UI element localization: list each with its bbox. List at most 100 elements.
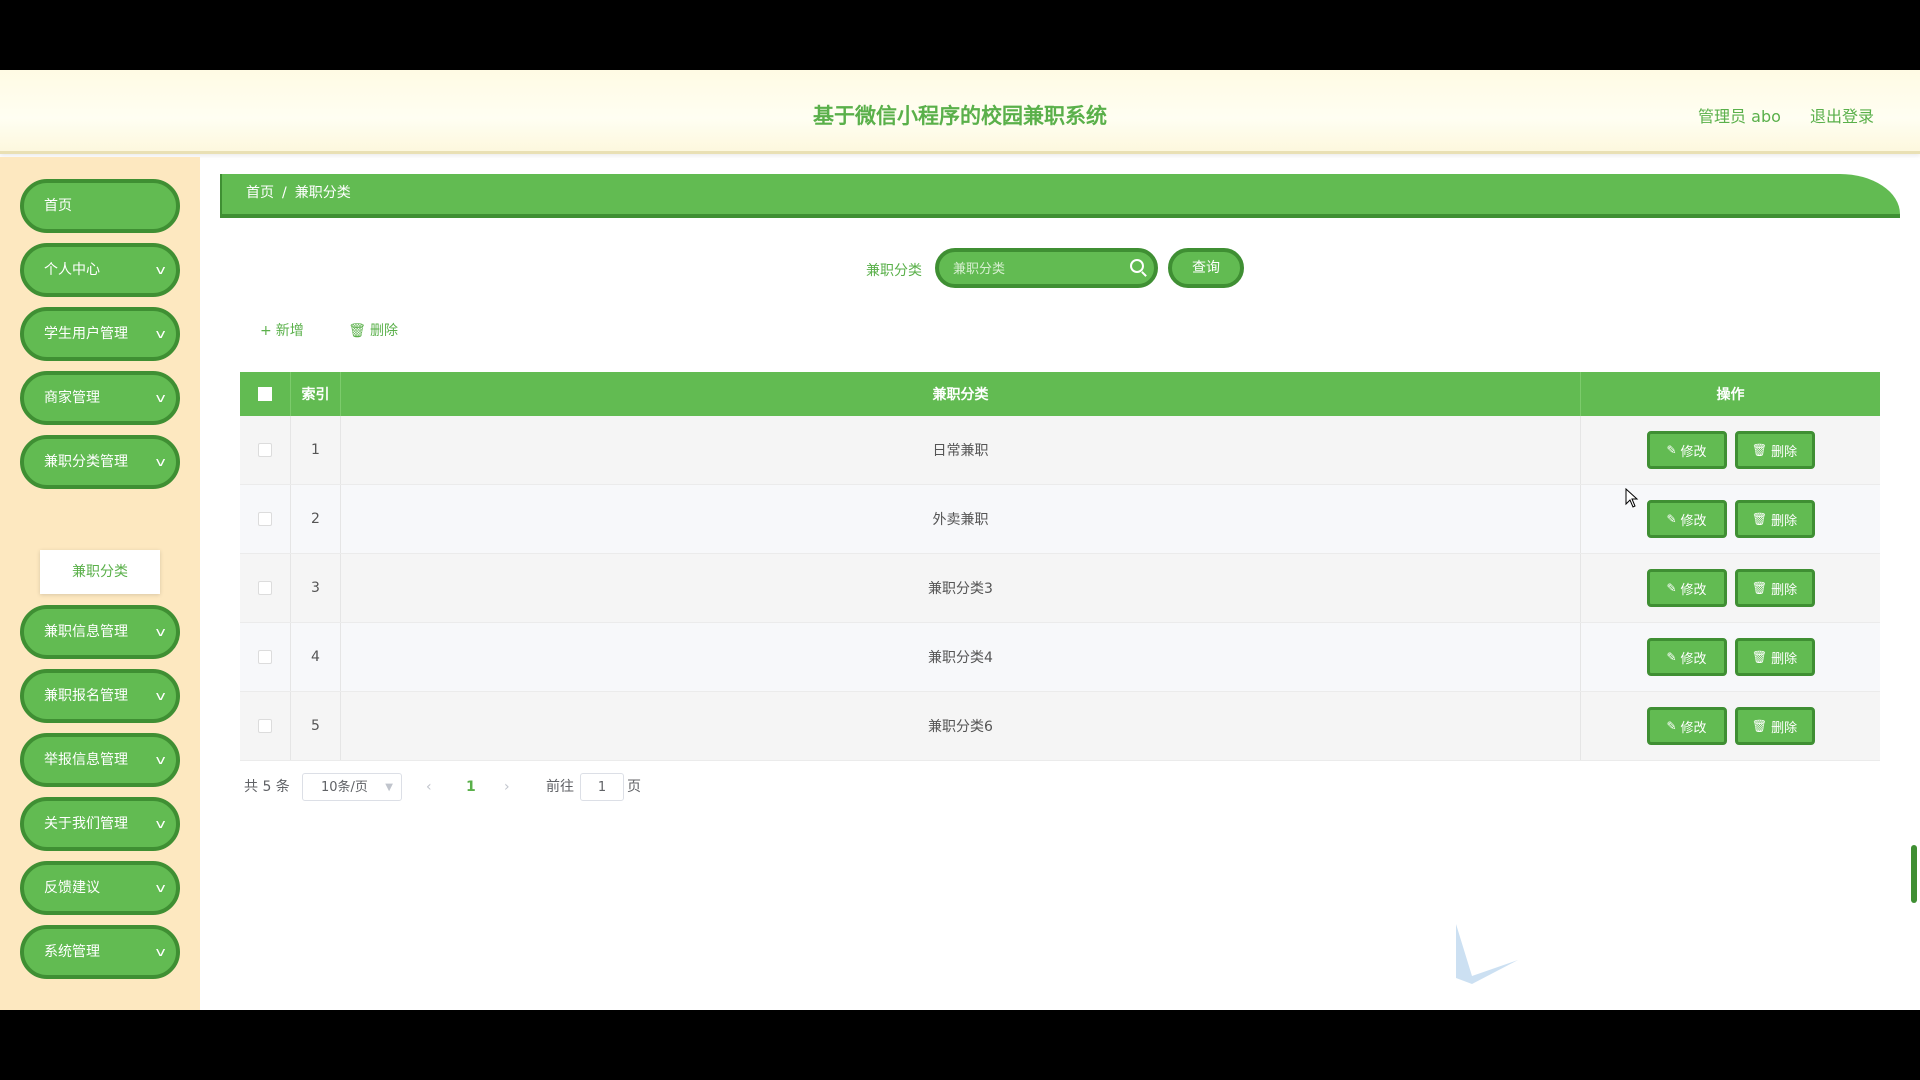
scrollbar-thumb[interactable]	[1911, 845, 1917, 903]
prev-page-button[interactable]: ‹	[426, 773, 432, 801]
row-category-name: 日常兼职	[340, 416, 1580, 484]
page-size-value: 10条/页	[321, 780, 368, 795]
search-box[interactable]	[935, 248, 1158, 288]
sidebar-item-job-info[interactable]: 兼职信息管理 v	[20, 605, 180, 659]
batch-delete-button[interactable]: 🗑 删除	[348, 320, 398, 340]
select-all-checkbox[interactable]	[258, 387, 272, 401]
user-area: 管理员 abo 退出登录	[1674, 103, 1874, 127]
chevron-down-icon: v	[155, 753, 166, 767]
sidebar-item-system[interactable]: 系统管理 v	[20, 925, 180, 979]
row-checkbox-cell	[240, 416, 290, 484]
edit-button[interactable]: ✎ 修改	[1646, 500, 1727, 538]
page-number-current[interactable]: 1	[466, 773, 476, 801]
row-index: 3	[290, 554, 340, 622]
trash-icon: 🗑	[1751, 512, 1768, 526]
sidebar-item-job-category[interactable]: 兼职分类管理 v	[20, 435, 180, 489]
add-button[interactable]: + 新增	[260, 320, 304, 340]
user-name-link[interactable]: 管理员 abo	[1698, 107, 1781, 126]
row-checkbox[interactable]	[258, 719, 272, 733]
chevron-right-icon: ›	[504, 779, 510, 795]
pencil-icon: ✎	[1666, 443, 1677, 457]
breadcrumb-home[interactable]: 首页	[246, 185, 274, 201]
search-input[interactable]	[953, 258, 1123, 280]
row-actions: ✎ 修改 🗑 删除	[1580, 623, 1880, 691]
chevron-down-icon: ▼	[385, 782, 393, 793]
search-label: 兼职分类	[866, 263, 922, 279]
sidebar-item-label: 举报信息管理	[44, 752, 128, 768]
row-checkbox[interactable]	[258, 512, 272, 526]
chevron-left-icon: ‹	[426, 779, 432, 795]
sidebar-item-label: 兼职信息管理	[44, 624, 128, 640]
mouse-cursor-icon	[1625, 488, 1639, 508]
action-bar: + 新增 🗑 删除	[260, 320, 438, 340]
chevron-down-icon: v	[155, 625, 166, 639]
edit-button[interactable]: ✎ 修改	[1646, 638, 1727, 676]
edit-label: 修改	[1680, 444, 1707, 460]
trash-icon: 🗑	[1751, 581, 1768, 595]
plus-icon: +	[260, 323, 272, 339]
trash-icon: 🗑	[1751, 443, 1768, 457]
sidebar-item-label: 反馈建议	[44, 880, 100, 896]
app-title: 基于微信小程序的校园兼职系统	[813, 104, 1107, 128]
sidebar-item-merchants[interactable]: 商家管理 v	[20, 371, 180, 425]
sidebar-item-label: 兼职报名管理	[44, 688, 128, 704]
column-header-category: 兼职分类	[340, 372, 1580, 416]
sidebar-item-job-signup[interactable]: 兼职报名管理 v	[20, 669, 180, 723]
pencil-icon: ✎	[1666, 719, 1677, 733]
delete-label: 删除	[1771, 513, 1798, 529]
table-row: 4 兼职分类4 ✎ 修改 🗑 删除	[240, 623, 1880, 692]
query-button[interactable]: 查询	[1168, 248, 1244, 288]
row-index: 1	[290, 416, 340, 484]
row-category-name: 外卖兼职	[340, 485, 1580, 553]
delete-button[interactable]: 🗑 删除	[1734, 500, 1815, 538]
delete-button[interactable]: 🗑 删除	[1734, 638, 1815, 676]
sidebar-item-home[interactable]: 首页	[20, 179, 180, 233]
app-screen: 基于微信小程序的校园兼职系统 管理员 abo 退出登录 首页 个人中心 v 学生…	[0, 70, 1920, 1010]
delete-label: 删除	[1771, 651, 1798, 667]
sidebar-item-reports[interactable]: 举报信息管理 v	[20, 733, 180, 787]
page-size-select[interactable]: 10条/页 ▼	[302, 773, 402, 801]
sidebar-item-about-us[interactable]: 关于我们管理 v	[20, 797, 180, 851]
row-category-name: 兼职分类6	[340, 692, 1580, 760]
row-checkbox-cell	[240, 692, 290, 760]
edit-label: 修改	[1680, 513, 1707, 529]
row-checkbox[interactable]	[258, 443, 272, 457]
edit-label: 修改	[1680, 720, 1707, 736]
pencil-icon: ✎	[1666, 512, 1677, 526]
edit-button[interactable]: ✎ 修改	[1646, 707, 1727, 745]
delete-button[interactable]: 🗑 删除	[1734, 707, 1815, 745]
sidebar-item-feedback[interactable]: 反馈建议 v	[20, 861, 180, 915]
pagination-total: 共 5 条	[244, 779, 290, 795]
row-index: 4	[290, 623, 340, 691]
delete-button[interactable]: 🗑 删除	[1734, 569, 1815, 607]
sidebar-item-label: 兼职分类管理	[44, 454, 128, 470]
row-actions: ✎ 修改 🗑 删除	[1580, 416, 1880, 484]
row-checkbox[interactable]	[258, 650, 272, 664]
pencil-icon: ✎	[1666, 581, 1677, 595]
row-actions: ✎ 修改 🗑 删除	[1580, 554, 1880, 622]
chevron-down-icon: v	[155, 881, 166, 895]
trash-icon: 🗑	[1751, 650, 1768, 664]
logout-link[interactable]: 退出登录	[1810, 107, 1874, 126]
goto-label: 前往	[546, 779, 574, 795]
delete-label: 删除	[1771, 444, 1798, 460]
sidebar-item-student-users[interactable]: 学生用户管理 v	[20, 307, 180, 361]
trash-icon: 🗑	[1751, 719, 1768, 733]
goto-page-input[interactable]: 1	[580, 773, 624, 801]
row-checkbox-cell	[240, 623, 290, 691]
row-checkbox-cell	[240, 554, 290, 622]
edit-button[interactable]: ✎ 修改	[1646, 569, 1727, 607]
row-checkbox[interactable]	[258, 581, 272, 595]
chevron-down-icon: v	[155, 817, 166, 831]
sidebar-item-label: 商家管理	[44, 390, 100, 406]
chevron-down-icon: v	[155, 689, 166, 703]
edit-label: 修改	[1680, 651, 1707, 667]
delete-button[interactable]: 🗑 删除	[1734, 431, 1815, 469]
next-page-button[interactable]: ›	[504, 773, 510, 801]
delete-label: 删除	[1771, 582, 1798, 598]
row-index: 2	[290, 485, 340, 553]
submenu-item-job-category[interactable]: 兼职分类	[40, 550, 160, 594]
edit-button[interactable]: ✎ 修改	[1646, 431, 1727, 469]
sidebar-item-label: 首页	[44, 198, 72, 214]
sidebar-item-label: 关于我们管理	[44, 816, 128, 832]
